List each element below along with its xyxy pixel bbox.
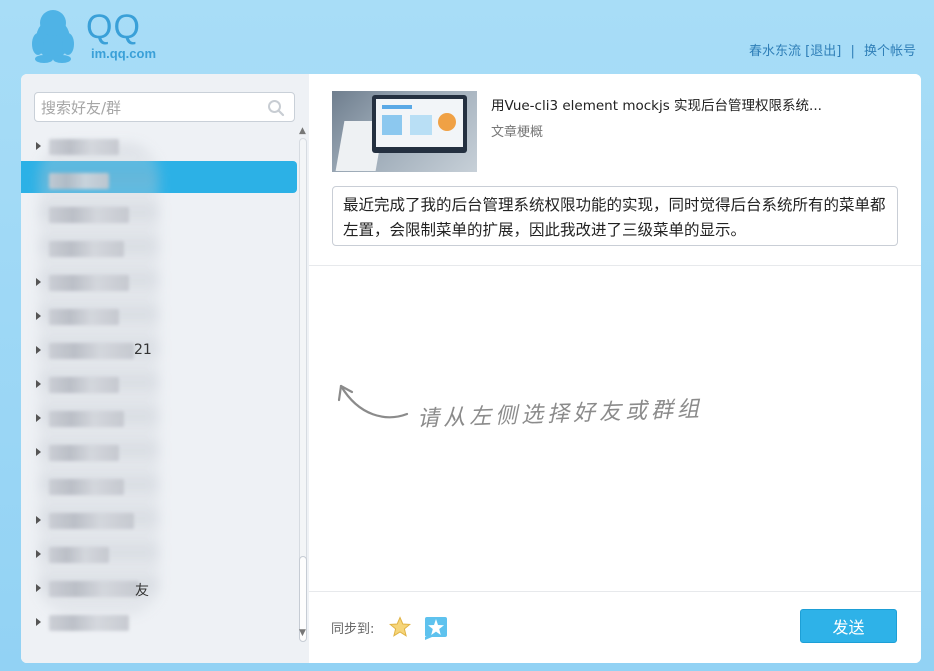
sync-label: 同步到:: [331, 622, 375, 637]
expand-arrow-icon[interactable]: [36, 550, 41, 558]
laptop-screen: [376, 99, 463, 147]
contact-list: 21 友: [21, 129, 297, 659]
blurred-name: [49, 377, 119, 393]
search-icon[interactable]: [267, 99, 285, 117]
article-thumbnail: [332, 91, 477, 172]
star-icon[interactable]: [389, 616, 411, 638]
screen-chart: [382, 115, 402, 135]
blurred-name: [49, 207, 129, 223]
blurred-name: [49, 309, 119, 325]
blurred-name: [49, 343, 134, 359]
share-content: 用Vue-cli3 element mockjs 实现后台管理权限系统... 文…: [309, 74, 921, 663]
blurred-name: [49, 139, 119, 155]
expand-arrow-icon[interactable]: [36, 618, 41, 626]
curved-arrow-icon: [337, 384, 409, 419]
blurred-name: [49, 445, 119, 461]
blurred-name: [49, 275, 129, 291]
scroll-track[interactable]: [299, 138, 307, 623]
hint-area: 请从左侧选择好友或群组: [309, 266, 921, 591]
group-label: 21: [134, 342, 152, 358]
blurred-name: [49, 513, 134, 529]
contact-group[interactable]: 21: [21, 333, 297, 367]
contact-scrollbar[interactable]: ▲ ▼: [297, 126, 309, 642]
account-separator: |: [850, 44, 855, 59]
expand-arrow-icon[interactable]: [36, 312, 41, 320]
switch-account-link[interactable]: 换个帐号: [864, 40, 916, 59]
expand-arrow-icon[interactable]: [36, 380, 41, 388]
username: 春水东流: [749, 44, 802, 59]
contact-group[interactable]: [21, 435, 297, 469]
select-friend-hint: 请从左侧选择好友或群组: [416, 397, 704, 432]
contact-group[interactable]: [21, 129, 297, 163]
screen-bar: [382, 105, 412, 109]
blurred-name: [49, 241, 124, 257]
logo-subtext: im.qq.com: [91, 46, 157, 61]
share-footer: 同步到: 发送: [309, 591, 921, 663]
qq-logo: QQ im.qq.com: [24, 6, 174, 66]
contact-group[interactable]: [21, 197, 297, 231]
article-title: 用Vue-cli3 element mockjs 实现后台管理权限系统...: [491, 98, 822, 114]
logo-text: QQ: [86, 8, 141, 46]
contact-group[interactable]: [21, 163, 297, 197]
contact-group[interactable]: [21, 367, 297, 401]
contact-group[interactable]: [21, 299, 297, 333]
main-panel: 21 友 ▲ ▼: [21, 74, 921, 663]
article-description[interactable]: 最近完成了我的后台管理系统权限功能的实现，同时觉得后台系统所有的菜单都左置，会限…: [332, 186, 898, 246]
contact-group[interactable]: [21, 401, 297, 435]
contact-group[interactable]: [21, 503, 297, 537]
contact-group[interactable]: [21, 231, 297, 265]
contact-group[interactable]: [21, 605, 297, 639]
qzone-icon[interactable]: [424, 616, 448, 640]
expand-arrow-icon[interactable]: [36, 584, 41, 592]
blurred-name: [49, 411, 124, 427]
blurred-name: [49, 547, 109, 563]
search-box[interactable]: [34, 92, 295, 122]
screen-pie: [438, 113, 456, 131]
expand-arrow-icon[interactable]: [36, 516, 41, 524]
logout-link[interactable]: [退出]: [805, 40, 841, 59]
article-subtitle: 文章梗概: [491, 125, 544, 140]
blurred-name: [49, 173, 109, 189]
expand-arrow-icon[interactable]: [36, 346, 41, 354]
screen-chart: [410, 115, 432, 135]
contact-group[interactable]: 友: [21, 571, 297, 605]
expand-arrow-icon[interactable]: [36, 278, 41, 286]
qq-penguin-icon: [32, 10, 74, 63]
account-bar: 春水东流 [退出] | 换个帐号: [749, 40, 916, 59]
scroll-up-icon[interactable]: ▲: [299, 127, 307, 136]
blurred-name: [49, 581, 139, 597]
group-label: 友: [135, 583, 149, 599]
scroll-down-icon[interactable]: ▼: [299, 629, 307, 638]
expand-arrow-icon[interactable]: [36, 448, 41, 456]
contact-group[interactable]: [21, 469, 297, 503]
blurred-name: [49, 615, 129, 631]
contact-group[interactable]: [21, 537, 297, 571]
laptop-image: [372, 95, 467, 153]
search-input[interactable]: [41, 97, 261, 119]
blurred-name: [49, 479, 124, 495]
share-card: 用Vue-cli3 element mockjs 实现后台管理权限系统... 文…: [309, 74, 921, 266]
expand-arrow-icon[interactable]: [36, 142, 41, 150]
send-button[interactable]: 发送: [800, 609, 897, 643]
contact-sidebar: 21 友 ▲ ▼: [21, 74, 309, 663]
contact-group[interactable]: [21, 265, 297, 299]
expand-arrow-icon[interactable]: [36, 414, 41, 422]
